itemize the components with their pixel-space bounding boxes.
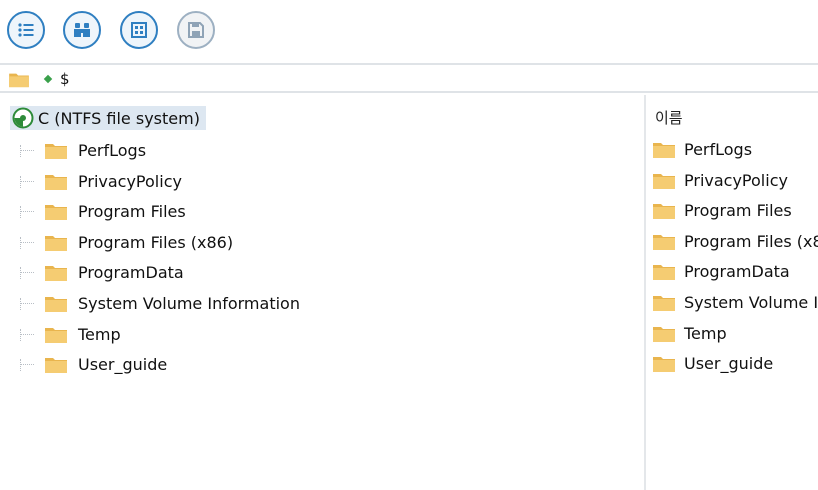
save-icon (188, 22, 204, 38)
tree-item[interactable]: PerfLogs (20, 138, 146, 162)
tree-item[interactable]: Program Files (20, 199, 186, 223)
folder-icon (653, 264, 675, 280)
preview-button[interactable] (120, 11, 158, 49)
tree-item-label: ProgramData (78, 262, 184, 282)
folder-icon (653, 234, 675, 250)
tree-item-label: User_guide (78, 354, 168, 374)
path-text[interactable]: $ (60, 70, 70, 88)
tree-item-label: Program Files (78, 201, 186, 221)
tree-connector (20, 205, 34, 218)
tree-item[interactable]: System Volume Information (20, 291, 300, 315)
list-item-label: User_guide (684, 353, 774, 373)
tree-connector (20, 358, 34, 371)
tree-connector (20, 144, 34, 157)
tree-root-label: C (NTFS file system) (38, 108, 200, 128)
tree-item[interactable]: User_guide (20, 352, 167, 376)
save-button[interactable] (177, 11, 215, 49)
binoculars-icon (74, 23, 90, 37)
tree-item-label: Temp (78, 324, 121, 344)
tree-item[interactable]: Program Files (x86) (20, 230, 233, 254)
tree-item[interactable]: Temp (20, 322, 121, 346)
folder-icon (45, 327, 67, 343)
list-view-button[interactable] (7, 11, 45, 49)
tree-connector (20, 297, 34, 310)
column-header-name[interactable]: 이름 (655, 107, 683, 128)
list-item-label: Program Files (684, 200, 792, 220)
list-item[interactable]: ProgramData (652, 259, 790, 283)
folder-icon (653, 142, 675, 158)
file-list: 이름 PerfLogs PrivacyPolicy Program Files … (646, 95, 818, 490)
drive-icon (12, 107, 34, 129)
folder-icon (45, 143, 67, 159)
list-item[interactable]: System Volume Information (652, 290, 818, 314)
list-item-label: ProgramData (684, 261, 790, 281)
list-item[interactable]: Temp (652, 321, 727, 345)
list-item-label: System Volume Information (684, 292, 818, 312)
folder-icon (45, 296, 67, 312)
tree-root-drive[interactable]: C (NTFS file system) (10, 106, 206, 130)
tree-connector (20, 266, 34, 279)
folder-icon (653, 173, 675, 189)
folder-icon (653, 326, 675, 342)
list-item-label: Temp (684, 323, 727, 343)
list-icon (18, 23, 34, 37)
list-item[interactable]: PerfLogs (652, 137, 752, 161)
tree-item-label: PerfLogs (78, 140, 147, 160)
list-item-label: Program Files (x86) (684, 231, 818, 251)
tree-connector (20, 236, 34, 249)
folder-icon (45, 204, 67, 220)
tree-connector (20, 175, 34, 188)
path-separator-icon (43, 74, 53, 84)
folder-icon (653, 356, 675, 372)
list-item[interactable]: Program Files (x86) (652, 229, 818, 253)
folder-tree: C (NTFS file system) PerfLogs PrivacyPol… (0, 95, 644, 490)
folder-icon (45, 235, 67, 251)
folder-icon (45, 357, 67, 373)
folder-icon (653, 295, 675, 311)
folder-icon (45, 174, 67, 190)
folder-icon (45, 265, 67, 281)
tree-item-label: PrivacyPolicy (78, 171, 182, 191)
tree-item-label: Program Files (x86) (78, 232, 234, 252)
tree-item-label: System Volume Information (78, 293, 300, 313)
image-icon (131, 22, 147, 38)
list-item-label: PrivacyPolicy (684, 170, 788, 190)
tree-item[interactable]: ProgramData (20, 260, 184, 284)
folder-icon (653, 203, 675, 219)
toolbar (0, 0, 818, 62)
folder-icon (9, 73, 29, 88)
list-item[interactable]: PrivacyPolicy (652, 168, 788, 192)
search-button[interactable] (63, 11, 101, 49)
list-item[interactable]: Program Files (652, 198, 792, 222)
tree-connector (20, 328, 34, 341)
path-bar: $ (0, 63, 818, 93)
list-item-label: PerfLogs (684, 139, 753, 159)
tree-item[interactable]: PrivacyPolicy (20, 169, 182, 193)
list-item[interactable]: User_guide (652, 351, 773, 375)
